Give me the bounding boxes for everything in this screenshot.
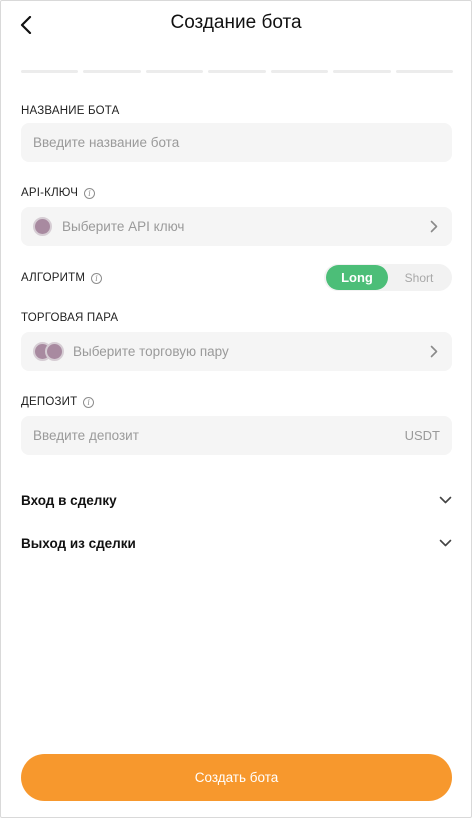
exit-section-toggle[interactable]: Выход из сделки bbox=[21, 531, 452, 555]
create-bot-button[interactable]: Создать бота bbox=[21, 754, 452, 801]
trading-pair-coins-icon bbox=[33, 342, 65, 361]
api-key-placeholder: Выберите API ключ bbox=[62, 219, 185, 234]
algorithm-option-short[interactable]: Short bbox=[388, 265, 450, 290]
exit-section-title: Выход из сделки bbox=[21, 535, 136, 551]
trading-pair-select[interactable]: Выберите торговую пару bbox=[21, 332, 452, 371]
info-icon[interactable]: i bbox=[91, 272, 103, 284]
api-key-avatar-icon bbox=[33, 217, 52, 236]
bot-name-input[interactable]: Введите название бота bbox=[21, 123, 452, 162]
bot-name-label-text: НАЗВАНИЕ БОТА bbox=[21, 105, 120, 117]
algorithm-label-text: АЛГОРИТМ bbox=[21, 272, 86, 284]
api-key-label-text: API-КЛЮЧ bbox=[21, 187, 79, 199]
bot-name-label: НАЗВАНИЕ БОТА bbox=[21, 105, 119, 117]
deposit-currency: USDT bbox=[404, 428, 440, 443]
info-icon[interactable]: i bbox=[83, 396, 95, 408]
progress-segment bbox=[83, 70, 141, 73]
progress-segment bbox=[395, 70, 453, 73]
deposit-label-text: ДЕПОЗИТ bbox=[21, 396, 78, 408]
algorithm-toggle[interactable]: Long Short bbox=[324, 264, 452, 291]
progress-segment bbox=[333, 70, 391, 73]
api-key-select[interactable]: Выберите API ключ bbox=[21, 207, 452, 246]
api-key-label: API-КЛЮЧ i bbox=[21, 187, 96, 199]
trading-pair-placeholder: Выберите торговую пару bbox=[73, 344, 229, 359]
deposit-placeholder: Введите депозит bbox=[33, 428, 139, 443]
progress-segment bbox=[145, 70, 204, 73]
algorithm-option-long[interactable]: Long bbox=[326, 265, 388, 290]
deposit-label: ДЕПОЗИТ i bbox=[21, 396, 95, 408]
chevron-down-icon bbox=[439, 539, 452, 547]
trading-pair-label-text: ТОРГОВАЯ ПАРА bbox=[21, 312, 119, 324]
entry-section-toggle[interactable]: Вход в сделку bbox=[21, 488, 452, 512]
entry-section-title: Вход в сделку bbox=[21, 492, 117, 508]
chevron-right-icon bbox=[430, 220, 440, 234]
progress-segment bbox=[208, 70, 266, 73]
page-title: Создание бота bbox=[170, 12, 302, 33]
progress-segment bbox=[270, 70, 329, 73]
step-progress bbox=[21, 70, 453, 74]
algorithm-label: АЛГОРИТМ i bbox=[21, 272, 103, 284]
trading-pair-label: ТОРГОВАЯ ПАРА bbox=[21, 312, 118, 324]
header: Создание бота bbox=[0, 0, 472, 50]
chevron-right-icon bbox=[430, 345, 440, 359]
info-icon[interactable]: i bbox=[84, 187, 96, 199]
progress-segment bbox=[21, 70, 79, 73]
chevron-down-icon bbox=[439, 496, 452, 504]
bot-name-placeholder: Введите название бота bbox=[33, 135, 180, 150]
deposit-input[interactable]: Введите депозит USDT bbox=[21, 416, 452, 455]
